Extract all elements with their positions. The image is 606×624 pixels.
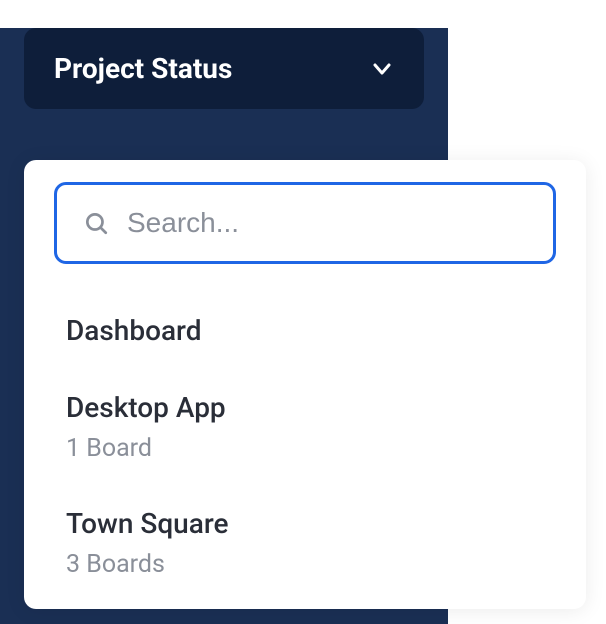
dropdown-item-title: Town Square [66, 507, 544, 540]
dropdown-item-title: Desktop App [66, 391, 544, 424]
project-selector-button[interactable]: Project Status [24, 28, 424, 109]
chevron-down-icon [370, 57, 394, 81]
project-selector-label: Project Status [54, 52, 232, 85]
sidebar: Project Status Dashboard Desktop App 1 B… [0, 28, 448, 624]
search-icon [83, 210, 109, 236]
search-input[interactable] [127, 207, 527, 239]
project-dropdown-panel: Dashboard Desktop App 1 Board Town Squar… [24, 160, 586, 609]
dropdown-item-desktop-app[interactable]: Desktop App 1 Board [54, 391, 556, 463]
dropdown-item-title: Dashboard [66, 314, 544, 347]
dropdown-item-subtitle: 1 Board [66, 434, 544, 463]
dropdown-item-town-square[interactable]: Town Square 3 Boards [54, 507, 556, 579]
dropdown-item-subtitle: 3 Boards [66, 550, 544, 579]
search-box[interactable] [54, 182, 556, 264]
dropdown-item-dashboard[interactable]: Dashboard [54, 314, 556, 347]
